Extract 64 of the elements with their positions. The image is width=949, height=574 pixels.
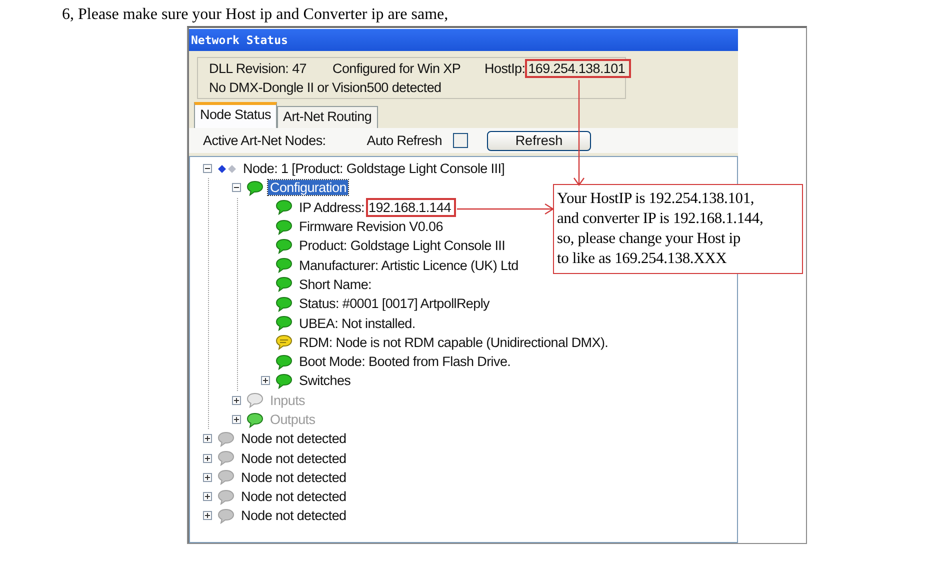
speech-bubble-icon [217, 450, 235, 466]
tree-item[interactable]: RDM: Node is not RDM capable (Unidirectional DMX). [297, 334, 610, 350]
speech-bubble-icon [275, 315, 293, 332]
speech-bubble-lines-icon [275, 334, 293, 350]
tree-item[interactable]: Node not detected [239, 508, 348, 524]
tree-item[interactable]: Short Name: [297, 276, 374, 292]
tree-item[interactable]: Node not detected [239, 470, 348, 485]
expand-icon[interactable] [203, 511, 212, 520]
speech-bubble-icon [275, 354, 293, 370]
tree-item[interactable]: Status: #0001 [0017] ArtpollReply [297, 296, 492, 312]
annotation-line: so, please change your Host ip [557, 229, 742, 249]
tree-item[interactable]: Node not detected [239, 431, 348, 446]
speech-bubble-icon [246, 392, 264, 408]
speech-bubble-icon [275, 218, 293, 235]
tree-item[interactable]: Node: 1 [Product: Goldstage Light Console III] [241, 161, 507, 176]
speech-bubble-icon [217, 488, 235, 505]
tree-item[interactable]: Node not detected [239, 450, 348, 466]
tab[interactable]: Node Status [194, 102, 277, 128]
dll-revision-text: DLL Revision: 47 [209, 61, 307, 76]
speech-bubble-icon [217, 430, 235, 447]
tree-item[interactable]: Boot Mode: Booted from Flash Drive. [297, 354, 513, 370]
speech-bubble-icon [246, 180, 264, 196]
expand-icon[interactable] [203, 472, 212, 482]
instruction-text: 6, Please make sure your Host ip and Converter ip are same, [61, 5, 450, 25]
annotation-line: to like as 169.254.138.XXX [557, 249, 728, 269]
ip-address-value: 192.168.1.144 [366, 198, 456, 217]
active-nodes-label: Active Art-Net Nodes: [203, 133, 326, 148]
collapse-icon[interactable] [232, 183, 241, 192]
host-ip-label: HostIp: [484, 61, 526, 76]
tree-item[interactable]: Manufacturer: Artistic Licence (UK) Ltd [297, 258, 520, 273]
window-title: Network Status [189, 29, 738, 51]
expand-icon[interactable] [232, 415, 241, 424]
speech-bubble-icon [275, 372, 293, 389]
collapse-icon[interactable] [203, 164, 212, 174]
tree-item[interactable]: Node not detected [239, 489, 348, 504]
expand-icon[interactable] [203, 434, 212, 444]
expand-icon[interactable] [232, 396, 241, 405]
annotation-line: and converter IP is 192.168.1.144, [557, 209, 764, 229]
auto-refresh-label: Auto Refresh [366, 133, 442, 148]
tab[interactable]: Art-Net Routing [277, 106, 378, 128]
tree-item[interactable]: UBEA: Not installed. [297, 316, 418, 331]
host-ip-value: 169.254.138.101 [525, 59, 632, 78]
diamond-arrows-icon [217, 162, 237, 175]
speech-bubble-icon [217, 469, 235, 486]
dongle-status-text: No DMX-Dongle II or Vision500 detected [209, 80, 442, 95]
configured-text: Configured for Win XP [332, 61, 461, 76]
expand-icon[interactable] [203, 492, 212, 502]
speech-bubble-icon [275, 257, 293, 274]
speech-bubble-icon [217, 508, 235, 524]
refresh-button[interactable]: Refresh [486, 130, 591, 150]
tree-item[interactable]: IP Address: [297, 200, 366, 215]
speech-bubble-icon [275, 199, 293, 216]
expand-icon[interactable] [261, 376, 270, 386]
tree-item[interactable]: Switches [297, 373, 353, 388]
tree-item[interactable]: Firmware Revision V0.06 [297, 219, 445, 234]
tree-item[interactable]: Configuration [268, 180, 348, 196]
tree-item[interactable]: Product: Goldstage Light Console III [297, 238, 508, 254]
expand-icon[interactable] [203, 454, 212, 463]
speech-bubble-icon [275, 238, 293, 254]
speech-bubble-icon [246, 412, 264, 428]
annotation-line: Your HostIP is 192.254.138.101, [557, 189, 756, 209]
auto-refresh-checkbox[interactable] [452, 133, 468, 148]
speech-bubble-icon [275, 296, 293, 312]
speech-bubble-icon [275, 276, 293, 292]
